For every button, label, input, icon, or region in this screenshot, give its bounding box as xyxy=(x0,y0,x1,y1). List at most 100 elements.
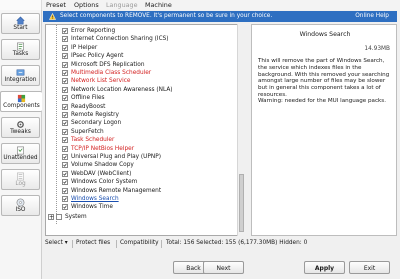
check-icon xyxy=(63,130,67,134)
home-icon xyxy=(16,16,25,25)
compatibility-button[interactable]: Compatibility xyxy=(120,240,159,246)
tree-item[interactable]: Offline Files xyxy=(46,94,236,102)
tree-item[interactable]: Multimedia Class Scheduler xyxy=(46,69,236,77)
tree-item-label: IPsec Policy Agent xyxy=(71,53,124,60)
checkbox[interactable] xyxy=(62,196,68,202)
sidebar-item-label: Components xyxy=(3,103,40,109)
sidebar-item-tasks[interactable]: Tasks xyxy=(1,39,40,60)
checkbox[interactable] xyxy=(62,78,68,85)
protect-files-button[interactable]: Protect files xyxy=(76,240,110,246)
checkbox[interactable] xyxy=(62,36,68,43)
tree-item[interactable]: Remote Registry xyxy=(46,111,236,119)
checkbox[interactable] xyxy=(62,53,68,60)
header-banner: Select components to REMOVE. It's perman… xyxy=(43,11,397,22)
checkbox[interactable] xyxy=(62,120,68,127)
tree-item-label: TCP/IP NetBios Helper xyxy=(71,145,135,152)
tree-item-label: Offline Files xyxy=(71,95,105,102)
checkbox[interactable] xyxy=(62,162,68,169)
tree-item[interactable]: Windows Remote Management xyxy=(46,187,236,195)
checkbox[interactable] xyxy=(62,137,68,144)
checkbox[interactable] xyxy=(62,204,68,211)
info-panel: Windows Search 14.93MB This will remove … xyxy=(251,24,397,236)
tree-item[interactable]: Error Reporting xyxy=(46,27,236,35)
tree-item-label: Windows Time xyxy=(71,204,113,211)
sidebar-item-log[interactable]: Log xyxy=(1,169,40,190)
tree-item-label: Windows Color System xyxy=(71,179,138,186)
tree-item[interactable]: Windows Color System xyxy=(46,178,236,186)
checkbox[interactable] xyxy=(62,28,68,34)
tree-item[interactable]: TCP/IP NetBios Helper xyxy=(46,145,236,153)
tree-item[interactable]: IP Helper xyxy=(46,44,236,52)
menu-options[interactable]: Options xyxy=(74,1,99,9)
chevron-down-icon: ▾ xyxy=(64,240,68,246)
sidebar-item-iso[interactable]: ISO xyxy=(1,195,40,216)
checkbox[interactable] xyxy=(62,61,68,68)
tree-item[interactable]: Windows Search xyxy=(46,195,236,203)
checkbox[interactable] xyxy=(62,145,68,152)
component-description: This will remove the part of Windows Sea… xyxy=(258,58,390,98)
component-size: 14.93MB xyxy=(364,46,390,52)
scrollbar-thumb[interactable] xyxy=(239,174,244,232)
tree-item[interactable]: Network Location Awareness (NLA) xyxy=(46,86,236,94)
tree-item[interactable]: Windows Time xyxy=(46,203,236,211)
tree-item[interactable]: WebDAV (WebClient) xyxy=(46,170,236,178)
tree-item-system[interactable]: + System xyxy=(46,213,236,221)
tree-item[interactable]: Network List Service xyxy=(46,77,236,85)
menu-language[interactable]: Language xyxy=(106,1,138,9)
select-dropdown[interactable]: Select ▾ xyxy=(45,240,68,246)
check-icon xyxy=(63,205,67,210)
check-icon xyxy=(63,54,67,58)
sidebar-item-label: Integration xyxy=(4,77,37,83)
menu-machine[interactable]: Machine xyxy=(145,1,172,9)
checkbox[interactable] xyxy=(56,213,62,220)
tree-scrollbar[interactable] xyxy=(237,24,244,236)
check-icon xyxy=(63,29,67,33)
checkbox[interactable] xyxy=(62,44,68,51)
checkbox[interactable] xyxy=(62,70,68,76)
check-icon xyxy=(63,113,67,117)
tree-item[interactable]: Internet Connection Sharing (ICS) xyxy=(46,35,236,43)
tree-item-label: Network List Service xyxy=(71,78,131,85)
checkbox[interactable] xyxy=(62,112,68,118)
tree-item[interactable]: Secondary Logon xyxy=(46,119,236,127)
checkbox[interactable] xyxy=(62,86,68,93)
tree-item[interactable]: Microsoft DFS Replication xyxy=(46,61,236,69)
tree-item-label: Volume Shadow Copy xyxy=(71,162,134,169)
sidebar-item-start[interactable]: Start xyxy=(1,13,40,34)
next-button[interactable]: Next xyxy=(203,261,244,274)
exit-button[interactable]: Exit xyxy=(349,261,390,274)
sidebar-item-integration[interactable]: Integration xyxy=(1,65,40,86)
tree-item-label: Windows Remote Management xyxy=(71,187,162,194)
tree-item[interactable]: SuperFetch xyxy=(46,128,236,136)
tree-item[interactable]: Volume Shadow Copy xyxy=(46,161,236,169)
check-icon xyxy=(63,163,67,168)
sidebar-item-unattended[interactable]: Unattended xyxy=(1,143,40,164)
check-icon xyxy=(63,138,67,142)
check-icon xyxy=(63,105,67,109)
tree-item-label: SuperFetch xyxy=(71,128,104,135)
checkbox[interactable] xyxy=(62,128,68,135)
tasks-icon xyxy=(17,42,24,51)
checkbox[interactable] xyxy=(62,103,68,110)
component-tree[interactable]: Error Reporting Internet Connection Shari… xyxy=(45,24,244,236)
tree-item[interactable]: Universal Plug and Play (UPNP) xyxy=(46,153,236,161)
tree-item-label: Windows Search xyxy=(71,196,119,202)
checkbox[interactable] xyxy=(62,179,68,186)
tree-item[interactable]: Task Scheduler xyxy=(46,136,236,144)
apply-button[interactable]: Apply xyxy=(304,261,345,274)
checkbox[interactable] xyxy=(62,154,68,160)
check-icon xyxy=(63,71,67,75)
tree-item[interactable]: ReadyBoost xyxy=(46,103,236,111)
checkbox[interactable] xyxy=(62,170,68,177)
sidebar-item-components[interactable]: Components xyxy=(0,91,42,112)
check-icon xyxy=(63,155,67,159)
tree-item-label: Multimedia Class Scheduler xyxy=(71,70,152,76)
online-help-link[interactable]: Online Help xyxy=(355,13,389,19)
checkbox[interactable] xyxy=(62,95,68,102)
menu-preset[interactable]: Preset xyxy=(46,1,66,9)
expand-icon[interactable]: + xyxy=(48,213,54,220)
sidebar-item-tweaks[interactable]: Tweaks xyxy=(1,117,40,138)
tree-item[interactable]: IPsec Policy Agent xyxy=(46,52,236,60)
menu-bar: Preset Options Language Machine xyxy=(0,0,400,10)
checkbox[interactable] xyxy=(62,187,68,194)
